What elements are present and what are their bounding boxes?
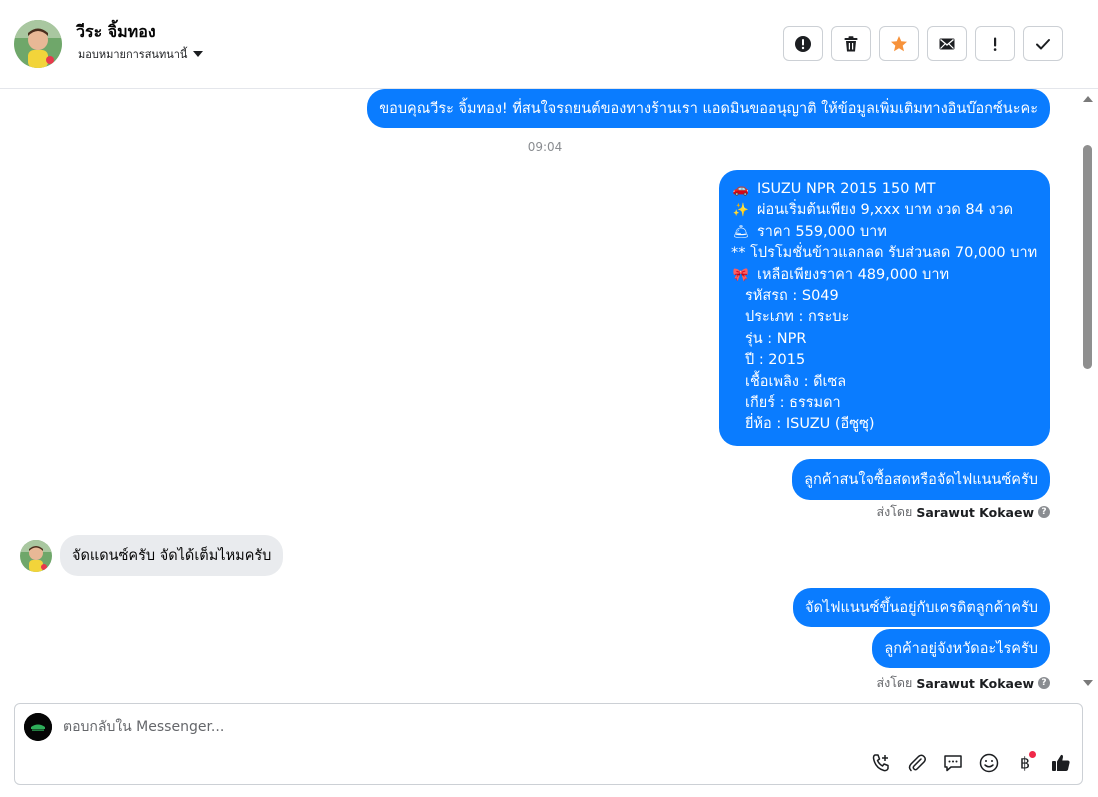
sent-by-label: ส่งโดย Sarawut Kokaew ? (876, 502, 1050, 522)
outgoing-message[interactable]: ลูกค้าสนใจซื้อสดหรือจัดไฟแนนซ์ครับ (792, 459, 1050, 500)
sent-by-prefix: ส่งโดย (876, 675, 913, 690)
assign-label: มอบหมายการสนทนานี้ (78, 48, 188, 61)
contact-avatar[interactable] (14, 20, 62, 68)
card-line: ✨ ผ่อนเริ่มต้นเพียง 9,xxx บาท งวด 84 งวด (731, 200, 1038, 221)
mark-unread-button[interactable] (927, 26, 967, 61)
star-icon (891, 35, 907, 51)
chevron-down-icon (193, 51, 204, 57)
card-installment: ผ่อนเริ่มต้นเพียง 9,xxx บาท งวด 84 งวด (757, 202, 1014, 219)
phone-add-icon (872, 754, 889, 772)
outgoing-message[interactable]: ลูกค้าอยู่จังหวัดอะไรครับ (872, 629, 1050, 668)
bell-icon: 🛎 (732, 224, 750, 240)
card-detail: เชื้อเพลิง : ดีเซล (745, 373, 847, 390)
conversation-actions (783, 26, 1063, 61)
card-line: 🛎 ราคา 559,000 บาท (731, 222, 1038, 243)
card-detail: ประเภท : กระบะ (745, 309, 850, 326)
outgoing-message[interactable]: จัดไฟแนนซ์ขึ้นอยู่กับเครดิตลูกค้าครับ (793, 588, 1050, 627)
saved-reply-icon (944, 755, 962, 772)
emoji-icon (979, 753, 999, 773)
card-line: 🎀 เหลือเพียงราคา 489,000 บาท (731, 265, 1038, 286)
conversation-header: วีระ จิ้มทอง มอบหมายการสนทนานี้ (0, 0, 1098, 89)
reply-input[interactable] (63, 716, 843, 738)
star-button[interactable] (879, 26, 919, 61)
exclamation-icon (993, 37, 997, 51)
trash-icon (844, 35, 858, 51)
card-detail: ปี : 2015 (745, 352, 806, 369)
card-title: ISUZU NPR 2015 150 MT (757, 181, 936, 197)
contact-name[interactable]: วีระ จิ้มทอง (76, 20, 156, 45)
message-thread[interactable]: ขอบคุณวีระ จิ้มทอง! ที่สนใจรถยนต์ของทางร… (0, 89, 1078, 694)
attach-button[interactable] (905, 751, 929, 775)
thumbs-up-icon (1052, 754, 1070, 771)
sent-by-prefix: ส่งโดย (876, 504, 913, 519)
message-timestamp: 09:04 (527, 140, 563, 154)
mark-done-button[interactable] (1023, 26, 1063, 61)
call-button[interactable] (869, 751, 893, 775)
card-final-price: เหลือเพียงราคา 489,000 บาท (757, 266, 950, 283)
ribbon-icon: 🎀 (732, 267, 750, 283)
notification-dot (1029, 751, 1036, 758)
delete-button[interactable] (831, 26, 871, 61)
card-detail: เกียร์ : ธรรมดา (745, 395, 841, 412)
outgoing-message[interactable]: ขอบคุณวีระ จิ้มทอง! ที่สนใจรถยนต์ของทางร… (367, 89, 1050, 128)
sent-by-label: ส่งโดย Sarawut Kokaew ? (876, 673, 1050, 693)
card-line: 🚗 ISUZU NPR 2015 150 MT (731, 179, 1038, 200)
card-detail: ยี่ห้อ : ISUZU (อีซูซุ) (745, 416, 875, 433)
product-card-message[interactable]: 🚗 ISUZU NPR 2015 150 MT ✨ ผ่อนเริ่มต้นเพีย… (719, 170, 1050, 446)
composer-toolbar: ฿ (869, 751, 1073, 775)
follow-up-button[interactable] (975, 26, 1015, 61)
thread-scrollbar[interactable] (1080, 89, 1096, 694)
card-price: ราคา 559,000 บาท (757, 223, 887, 240)
page-avatar (24, 713, 52, 741)
reply-composer: ฿ (14, 703, 1083, 785)
card-detail: รุ่น : NPR (745, 330, 807, 347)
check-icon (1036, 38, 1050, 49)
car-icon: 🚗 (732, 182, 750, 197)
saved-replies-button[interactable] (941, 751, 965, 775)
send-like-button[interactable] (1049, 751, 1073, 775)
sender-name[interactable]: Sarawut Kokaew (916, 676, 1034, 691)
emoji-button[interactable] (977, 751, 1001, 775)
scrollbar-thumb[interactable] (1083, 145, 1092, 369)
scroll-up-arrow-icon[interactable] (1083, 96, 1093, 102)
help-icon[interactable]: ? (1038, 506, 1050, 518)
alert-circle-icon (795, 35, 811, 52)
assign-conversation-dropdown[interactable]: มอบหมายการสนทนานี้ (78, 45, 204, 63)
envelope-icon (939, 38, 955, 49)
card-detail: รหัสรถ : S049 (745, 288, 839, 305)
contact-avatar-small[interactable] (20, 540, 52, 572)
incoming-message[interactable]: จัดแดนซ์ครับ จัดได้เต็มไหมครับ (60, 535, 284, 576)
paperclip-icon (908, 754, 926, 772)
scroll-down-arrow-icon[interactable] (1083, 680, 1093, 686)
payment-button[interactable]: ฿ (1013, 751, 1037, 775)
report-spam-button[interactable] (783, 26, 823, 61)
help-icon[interactable]: ? (1038, 677, 1050, 689)
sender-name[interactable]: Sarawut Kokaew (916, 505, 1034, 520)
sparkles-icon: ✨ (732, 203, 750, 219)
card-promo: ** โปรโมชั่นข้าวแลกลด รับส่วนลด 70,000 บ… (731, 245, 1038, 262)
